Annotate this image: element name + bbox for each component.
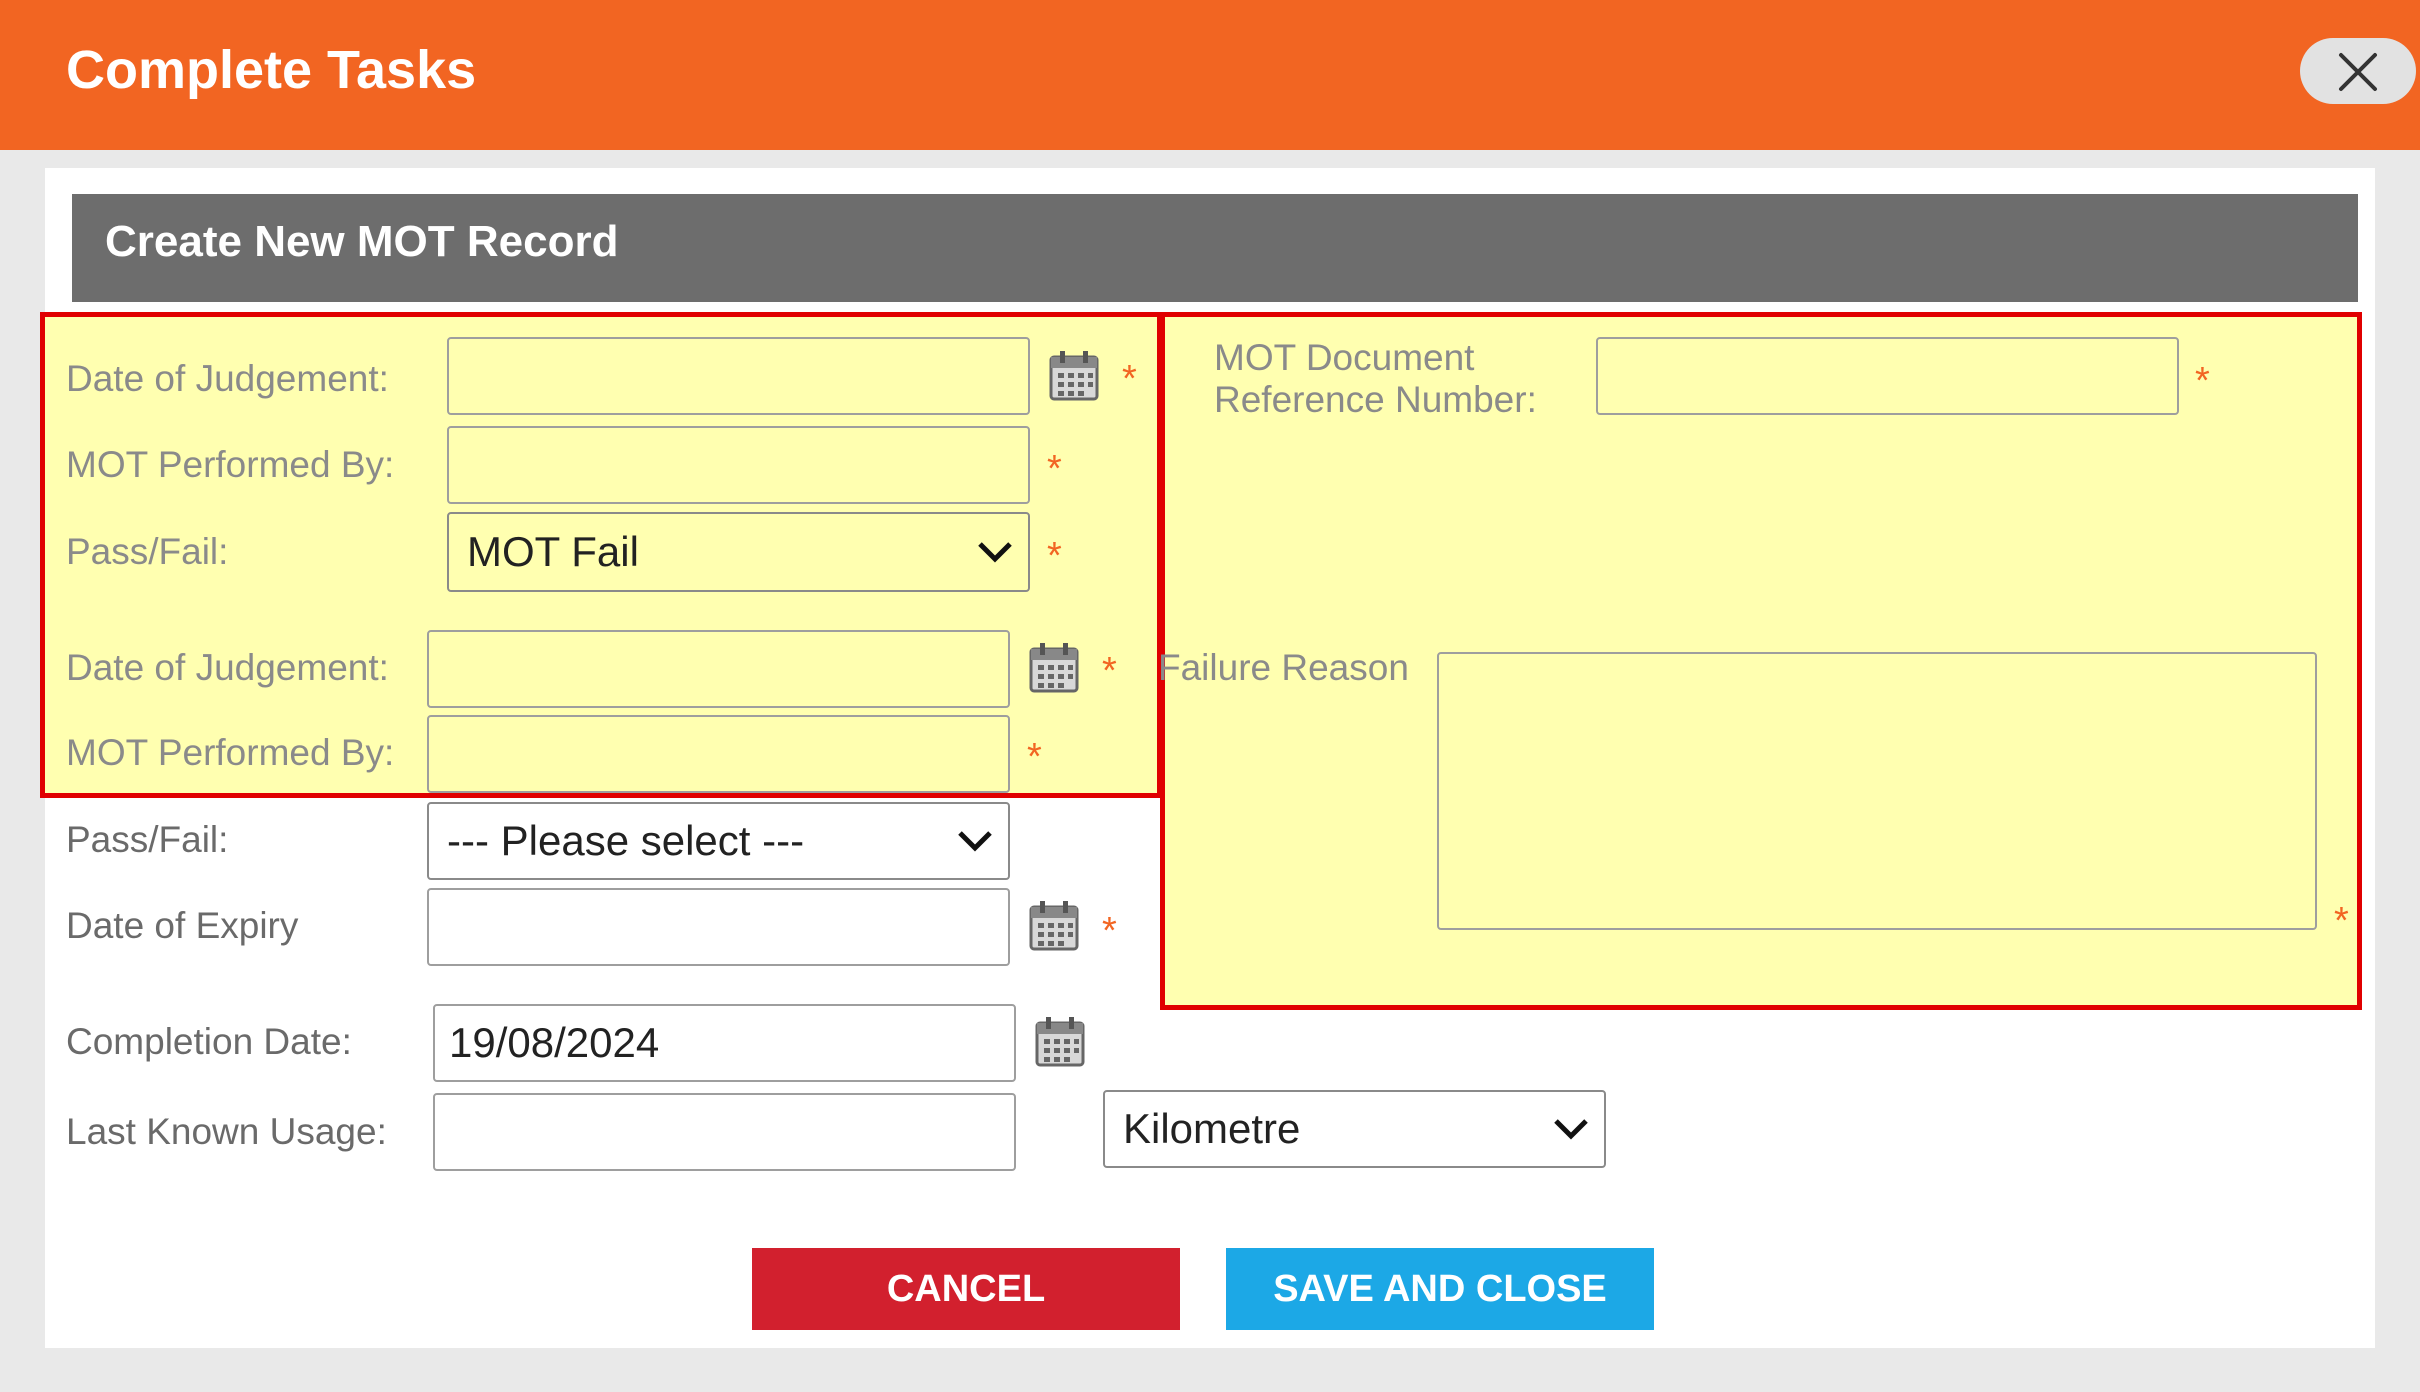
pass-fail-label: Pass/Fail: (66, 531, 229, 572)
mot-doc-ref-label-line2: Reference Number: (1214, 379, 1537, 420)
failure-reason-label: Failure Reason (1158, 647, 1409, 688)
chevron-down-icon (1554, 1119, 1588, 1140)
pass-fail-select[interactable]: MOT Fail (447, 512, 1030, 592)
date-of-judgement-input[interactable] (447, 337, 1030, 415)
date-of-expiry-label: Date of Expiry (66, 905, 299, 946)
calendar-icon[interactable] (1027, 898, 1081, 952)
pass-fail-2-label: Pass/Fail: (66, 819, 229, 860)
completion-date-input[interactable]: 19/08/2024 (433, 1004, 1016, 1082)
section-title: Create New MOT Record (105, 217, 619, 266)
required-marker: * (1047, 448, 1062, 490)
calendar-icon[interactable] (1047, 348, 1101, 402)
chevron-down-icon (958, 831, 992, 852)
required-marker: * (1047, 535, 1062, 577)
required-marker: * (1122, 358, 1137, 400)
dialog-title: Complete Tasks (66, 40, 477, 100)
mot-doc-ref-label-line1: MOT Document (1214, 337, 1475, 378)
pass-fail-selected-value: MOT Fail (467, 528, 639, 575)
date-of-judgement-2-input[interactable] (427, 630, 1010, 708)
required-marker: * (1102, 650, 1117, 692)
calendar-icon[interactable] (1027, 640, 1081, 694)
cancel-button[interactable]: CANCEL (752, 1248, 1180, 1330)
mot-performed-by-label: MOT Performed By: (66, 444, 395, 485)
required-marker: * (1027, 736, 1042, 778)
usage-unit-select[interactable]: Kilometre (1103, 1090, 1606, 1168)
mot-doc-ref-input[interactable] (1596, 337, 2179, 415)
date-of-expiry-input[interactable] (427, 888, 1010, 966)
required-marker: * (2334, 900, 2349, 942)
last-known-usage-label: Last Known Usage: (66, 1111, 387, 1152)
required-marker: * (2195, 360, 2210, 402)
mot-performed-by-2-label: MOT Performed By: (66, 732, 395, 773)
save-and-close-button[interactable]: SAVE AND CLOSE (1226, 1248, 1654, 1330)
usage-unit-selected-value: Kilometre (1123, 1105, 1301, 1152)
close-icon (2339, 53, 2377, 91)
calendar-icon[interactable] (1033, 1014, 1087, 1068)
required-marker: * (1102, 910, 1117, 952)
mot-performed-by-2-input[interactable] (427, 715, 1010, 793)
date-of-judgement-2-label: Date of Judgement: (66, 647, 389, 688)
pass-fail-2-selected-value: --- Please select --- (447, 817, 805, 864)
pass-fail-2-select[interactable]: --- Please select --- (427, 802, 1010, 880)
chevron-down-icon (978, 542, 1012, 563)
close-button[interactable] (2300, 38, 2416, 104)
mot-performed-by-input[interactable] (447, 426, 1030, 504)
last-known-usage-input[interactable] (433, 1093, 1016, 1171)
failure-reason-textarea[interactable] (1437, 652, 2317, 930)
completion-date-label: Completion Date: (66, 1021, 352, 1062)
date-of-judgement-label: Date of Judgement: (66, 358, 389, 399)
